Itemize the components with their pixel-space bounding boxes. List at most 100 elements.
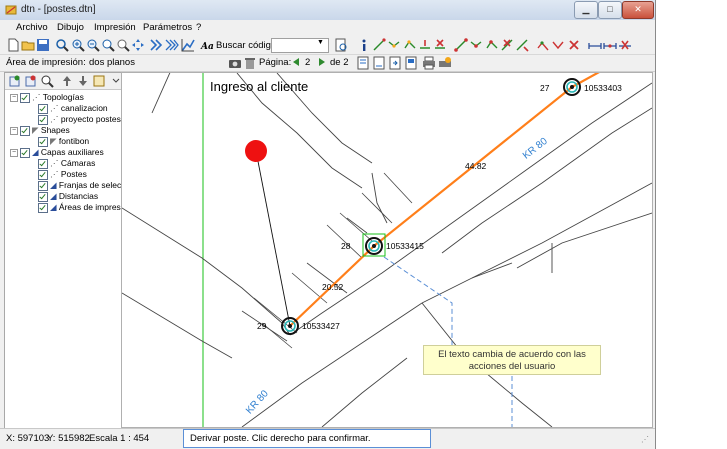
search-code-label: Buscar código: <box>216 40 279 51</box>
checkbox-topologias[interactable] <box>20 93 30 103</box>
menu-archivo[interactable]: Archivo <box>16 22 48 33</box>
add-vertex-icon[interactable] <box>387 38 401 52</box>
pole-add-icon[interactable] <box>469 38 483 52</box>
checkbox-areas-impresion[interactable] <box>38 203 48 213</box>
tree-item-postes[interactable]: ⋰ Postes <box>50 169 87 180</box>
pole-delete-icon[interactable] <box>500 38 514 52</box>
tree-group-shapes[interactable]: ◤ Shapes <box>32 125 70 136</box>
menu-parametros[interactable]: Parámetros <box>143 22 192 33</box>
tree-item-camaras[interactable]: ⋰ Cámaras <box>50 158 95 169</box>
menu-dibujo[interactable]: Dibujo <box>57 22 84 33</box>
tree-item-fontibon[interactable]: ◤ fontibon <box>50 136 89 147</box>
page-next-doc-icon[interactable] <box>388 56 402 70</box>
chevron-down-icon[interactable]: ▼ <box>317 39 324 46</box>
pole-code-10533427: 10533427 <box>302 321 340 331</box>
expander-topologias[interactable]: − <box>10 94 18 102</box>
tree-group-capas-auxiliares[interactable]: ◢ Capas auxiliares <box>32 147 104 158</box>
page-last-icon[interactable] <box>404 56 418 70</box>
tree-item-proyecto-postes[interactable]: ⋰ proyecto postes <box>50 114 121 125</box>
tree-item-distancias[interactable]: ◢ Distancias <box>50 191 98 202</box>
zoom-extents-icon[interactable] <box>116 38 130 52</box>
panel-menu-icon[interactable] <box>109 74 120 88</box>
move-down-icon[interactable] <box>76 74 90 88</box>
tree-group-topologias[interactable]: ⋰ Topologías <box>32 92 84 103</box>
layer-remove-icon[interactable] <box>24 74 38 88</box>
fast-forward-icon[interactable] <box>165 38 179 52</box>
page-next-icon[interactable] <box>319 58 325 66</box>
zoom-in-icon[interactable] <box>71 38 85 52</box>
print-preview-icon[interactable] <box>334 38 348 52</box>
window-title: dtn - [postes.dtn] <box>21 4 96 15</box>
chart-icon[interactable] <box>181 38 195 52</box>
dimension-delete-icon[interactable] <box>618 38 632 52</box>
print-toolbar: Área de impresión: dos planos Página: 2 … <box>0 55 655 72</box>
camera-icon[interactable] <box>228 56 242 70</box>
maximize-button[interactable]: □ <box>598 1 622 19</box>
expander-capas-auxiliares[interactable]: − <box>10 149 18 157</box>
checkbox-franjas[interactable] <box>38 181 48 191</box>
print-area-value[interactable]: dos planos <box>89 57 135 68</box>
layer-add-icon[interactable] <box>8 74 22 88</box>
line-layer-icon: ⋰ <box>50 158 61 168</box>
tree-item-canalizacion[interactable]: ⋰ canalizacion <box>50 103 108 114</box>
checkbox-canalizacion[interactable] <box>38 104 48 114</box>
pole-split-icon[interactable] <box>515 38 529 52</box>
menu-help[interactable]: ? <box>196 22 201 33</box>
app-icon <box>5 4 17 16</box>
print-icon[interactable] <box>422 56 436 70</box>
dimension-edit-icon[interactable] <box>603 38 617 52</box>
page-prev-icon[interactable] <box>293 58 299 66</box>
tree-item-franjas[interactable]: ◢ Franjas de selecció <box>50 180 132 191</box>
menu-impresion[interactable]: Impresión <box>94 22 136 33</box>
checkbox-shapes[interactable] <box>20 126 30 136</box>
main-toolbar: Aa Buscar código: ▼ <box>0 37 655 55</box>
checkbox-distancias[interactable] <box>38 192 48 202</box>
split-line-icon[interactable] <box>418 38 432 52</box>
pole-code-10533415: 10533415 <box>386 241 424 251</box>
draw-line-icon[interactable] <box>372 38 386 52</box>
font-icon[interactable]: Aa <box>200 38 214 52</box>
layer-properties-icon[interactable] <box>92 74 106 88</box>
checkbox-postes[interactable] <box>38 170 48 180</box>
layer-zoom-icon[interactable] <box>40 74 54 88</box>
page-setup-icon[interactable] <box>372 56 386 70</box>
camera-move-icon[interactable] <box>551 38 565 52</box>
info-icon[interactable] <box>357 38 371 52</box>
pole-28[interactable] <box>365 237 383 255</box>
pole-27[interactable] <box>563 78 581 96</box>
dimension-icon[interactable] <box>588 38 602 52</box>
move-vertex-icon[interactable] <box>403 38 417 52</box>
print-setup-icon[interactable] <box>438 56 452 70</box>
forward-icon[interactable] <box>149 38 163 52</box>
expander-shapes[interactable]: − <box>10 127 18 135</box>
tree-item-areas-impresion[interactable]: ◢ Áreas de impresión <box>50 202 132 213</box>
delete-icon[interactable] <box>243 56 257 70</box>
checkbox-capas-auxiliares[interactable] <box>20 148 30 158</box>
layers-toolbar <box>5 73 121 90</box>
checkbox-proyecto-postes[interactable] <box>38 115 48 125</box>
camera-add-icon[interactable] <box>536 38 550 52</box>
draw-icon[interactable] <box>55 38 69 52</box>
camera-delete-icon[interactable] <box>567 38 581 52</box>
checkbox-fontibon[interactable] <box>38 137 48 147</box>
new-icon[interactable] <box>6 38 20 52</box>
close-button[interactable]: ✕ <box>622 1 654 19</box>
delete-line-icon[interactable] <box>433 38 447 52</box>
pan-icon[interactable] <box>131 38 145 52</box>
red-marker[interactable] <box>245 140 267 162</box>
zoom-window-icon[interactable] <box>101 38 115 52</box>
save-icon[interactable] <box>36 38 50 52</box>
page-current: 2 <box>305 57 311 68</box>
page-first-icon[interactable] <box>356 56 370 70</box>
move-up-icon[interactable] <box>60 74 74 88</box>
status-scale: Escala 1 : 454 <box>89 433 150 444</box>
pole-move-icon[interactable] <box>485 38 499 52</box>
minimize-button[interactable]: ▁ <box>574 1 598 19</box>
resize-grip-icon[interactable]: ⋰ <box>641 435 649 444</box>
zoom-out-icon[interactable] <box>86 38 100 52</box>
pole-29[interactable] <box>281 317 299 335</box>
pole-line-icon[interactable] <box>454 38 468 52</box>
callout-connector <box>383 256 513 427</box>
open-icon[interactable] <box>21 38 35 52</box>
checkbox-camaras[interactable] <box>38 159 48 169</box>
